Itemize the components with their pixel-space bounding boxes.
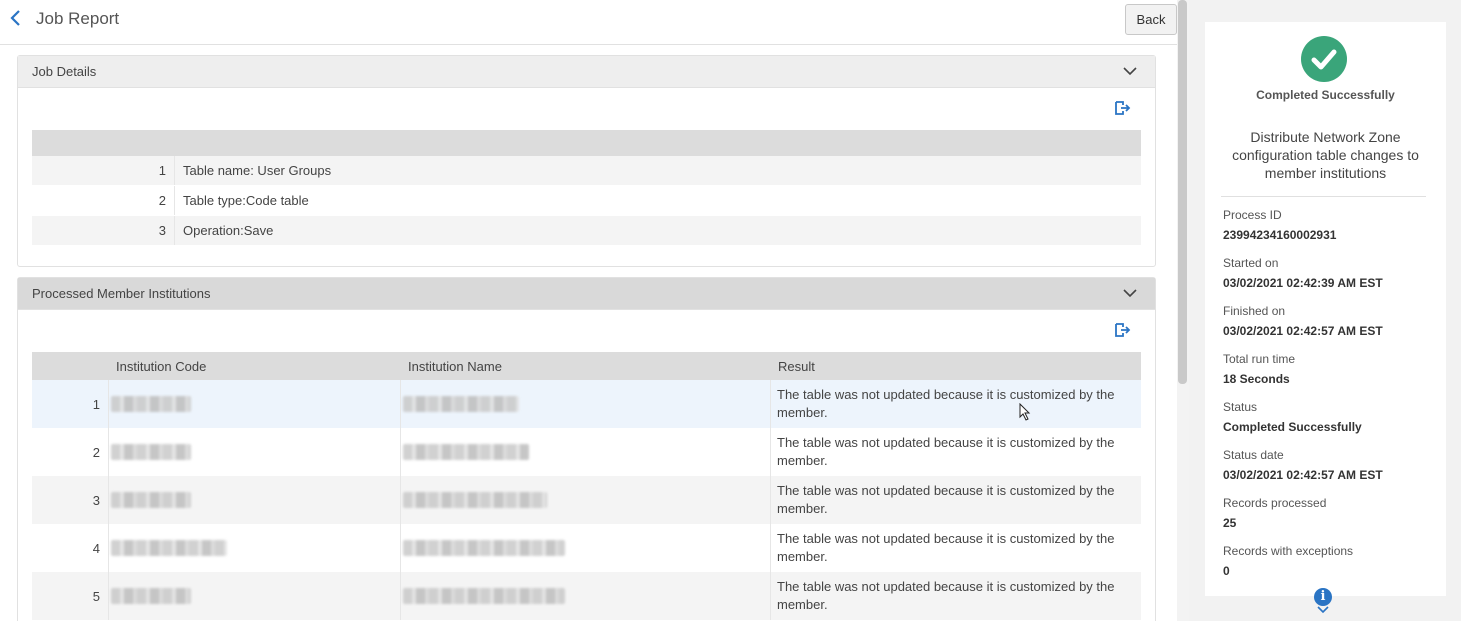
job-summary-panel: Completed Successfully Distribute Networ… — [1205, 22, 1446, 614]
institution-code-cell — [108, 572, 400, 620]
page-title: Job Report — [36, 9, 120, 28]
scrollbar-thumb[interactable] — [1178, 0, 1187, 384]
field-value: 03/02/2021 02:42:57 AM EST — [1223, 324, 1383, 338]
job-details-panel: Job Details 1 Table name: User Groups 2 … — [17, 55, 1156, 267]
field-label: Records with exceptions — [1223, 544, 1354, 558]
table-row: 2 Table type:Code table — [32, 186, 1141, 216]
row-number: 3 — [158, 223, 166, 238]
status-label: Completed Successfully — [1256, 88, 1395, 102]
field-value: 03/02/2021 02:42:57 AM EST — [1223, 468, 1383, 482]
result-cell: The table was not updated because it is … — [770, 380, 1141, 428]
field-label: Finished on — [1223, 304, 1286, 318]
row-number: 4 — [92, 540, 100, 556]
chevron-down-icon[interactable] — [1123, 288, 1137, 298]
field-label: Records processed — [1223, 496, 1327, 510]
export-icon[interactable] — [1113, 100, 1131, 116]
field-label: Status — [1223, 400, 1258, 414]
field-status-date: Status date 03/02/2021 02:42:57 AM EST — [1223, 448, 1433, 482]
table-row[interactable]: 3 The table was not updated because it i… — [32, 476, 1141, 524]
divider — [1221, 196, 1426, 197]
field-label: Process ID — [1223, 208, 1282, 222]
table-row: 1 Table name: User Groups — [32, 156, 1141, 186]
institution-code-cell — [108, 428, 400, 476]
redacted-text — [403, 396, 519, 412]
job-title: Distribute Network Zone configuration ta… — [1232, 129, 1419, 181]
column-header-code[interactable]: Institution Code — [108, 359, 400, 374]
column-header-result[interactable]: Result — [770, 359, 815, 374]
export-icon[interactable] — [1113, 322, 1131, 338]
field-value: 25 — [1223, 516, 1237, 530]
field-process-id: Process ID 23994234160002931 — [1223, 208, 1433, 242]
table-row[interactable]: 5 The table was not updated because it i… — [32, 572, 1141, 620]
redacted-text — [111, 444, 191, 460]
job-details-header[interactable]: Job Details — [18, 56, 1155, 88]
redacted-text — [403, 492, 547, 508]
field-finished-on: Finished on 03/02/2021 02:42:57 AM EST — [1223, 304, 1433, 338]
row-number: 1 — [92, 396, 100, 412]
table-row[interactable]: 4 The table was not updated because it i… — [32, 524, 1141, 572]
chevron-down-icon[interactable] — [1123, 66, 1137, 76]
redacted-text — [111, 492, 191, 508]
field-started-on: Started on 03/02/2021 02:42:39 AM EST — [1223, 256, 1433, 290]
field-records-processed: Records processed 25 — [1223, 496, 1433, 530]
result-cell: The table was not updated because it is … — [770, 572, 1141, 620]
row-number: 5 — [92, 588, 100, 604]
row-text: Table type:Code table — [174, 186, 309, 215]
table-header: Institution Code Institution Name Result — [32, 352, 1141, 380]
institution-name-cell — [400, 524, 770, 572]
row-number: 2 — [158, 193, 166, 208]
job-details-table: 1 Table name: User Groups 2 Table type:C… — [32, 130, 1141, 246]
institution-name-cell — [400, 476, 770, 524]
processed-institutions-panel: Processed Member Institutions Institutio… — [17, 277, 1156, 621]
institution-name-cell — [400, 380, 770, 428]
chevron-down-icon[interactable] — [1316, 606, 1330, 614]
field-value: 18 Seconds — [1223, 372, 1290, 386]
institutions-table: Institution Code Institution Name Result… — [32, 352, 1141, 620]
row-number: 1 — [158, 163, 166, 178]
field-value: 23994234160002931 — [1223, 228, 1337, 242]
field-label: Total run time — [1223, 352, 1296, 366]
job-details-title: Job Details — [32, 64, 97, 79]
field-value: 03/02/2021 02:42:39 AM EST — [1223, 276, 1383, 290]
back-button[interactable]: Back — [1125, 4, 1177, 35]
redacted-text — [111, 588, 191, 604]
page-header: Job Report Back — [0, 0, 1177, 45]
redacted-text — [111, 396, 191, 412]
column-header-name[interactable]: Institution Name — [400, 359, 770, 374]
table-row[interactable]: 2 The table was not updated because it i… — [32, 428, 1141, 476]
row-number: 2 — [92, 444, 100, 460]
processed-institutions-header[interactable]: Processed Member Institutions — [18, 278, 1155, 310]
field-status: Status Completed Successfully — [1223, 400, 1433, 434]
institution-name-cell — [400, 428, 770, 476]
field-records-with-exceptions: Records with exceptions 0 — [1223, 544, 1433, 578]
processed-institutions-title: Processed Member Institutions — [32, 286, 211, 301]
table-header — [32, 130, 1141, 156]
redacted-text — [403, 444, 529, 460]
institution-code-cell — [108, 380, 400, 428]
table-row[interactable]: 1 The table was not updated because it i… — [32, 380, 1141, 428]
institution-code-cell — [108, 476, 400, 524]
field-label: Status date — [1223, 448, 1284, 462]
field-total-run-time: Total run time 18 Seconds — [1223, 352, 1433, 386]
redacted-text — [403, 588, 565, 604]
field-value: 0 — [1223, 564, 1230, 578]
institution-name-cell — [400, 572, 770, 620]
chevron-left-icon[interactable] — [8, 9, 22, 27]
table-row: 3 Operation:Save — [32, 216, 1141, 246]
result-cell: The table was not updated because it is … — [770, 524, 1141, 572]
institution-code-cell — [108, 524, 400, 572]
result-cell: The table was not updated because it is … — [770, 428, 1141, 476]
info-icon[interactable]: i — [1314, 588, 1332, 606]
redacted-text — [403, 540, 565, 556]
row-text: Table name: User Groups — [174, 156, 331, 185]
check-icon — [1301, 36, 1347, 82]
mouse-cursor-icon — [1019, 403, 1031, 421]
result-cell: The table was not updated because it is … — [770, 476, 1141, 524]
field-label: Started on — [1223, 256, 1279, 270]
field-value: Completed Successfully — [1223, 420, 1362, 434]
row-text: Operation:Save — [174, 216, 273, 245]
row-number: 3 — [92, 492, 100, 508]
redacted-text — [111, 540, 227, 556]
